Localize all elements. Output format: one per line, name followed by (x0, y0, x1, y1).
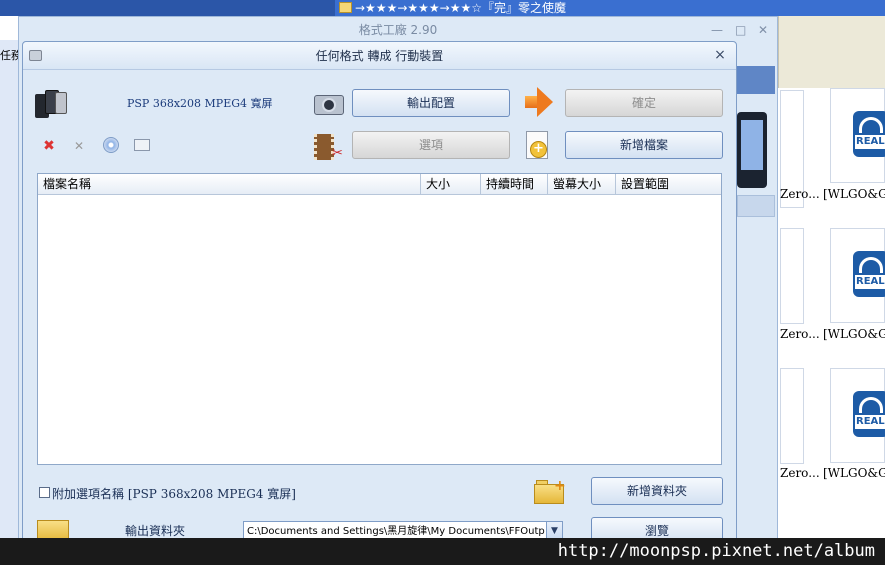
column-header-screen-size[interactable]: 螢幕大小 (548, 174, 616, 195)
thumbnail-caption[interactable]: [WLGO&GB (823, 187, 885, 201)
mobile-device-icon (737, 112, 767, 188)
main-window-side-strip (737, 195, 775, 217)
column-header-range[interactable]: 設置範圍 (616, 174, 722, 195)
close-icon[interactable]: ✕ (758, 23, 768, 37)
column-header-filename[interactable]: 檔案名稱 (38, 174, 421, 195)
add-file-button[interactable]: 新增檔案 (565, 131, 723, 159)
explorer-title: →★★★→★★★→★★☆『完』零之使魔 (355, 1, 566, 15)
arrow-right-icon (525, 87, 555, 117)
ok-button[interactable]: 確定 (565, 89, 723, 117)
clear-list-icon[interactable]: ✕ (71, 138, 87, 154)
disc-icon[interactable] (103, 137, 119, 153)
reader-file-icon: REAL (853, 391, 885, 437)
add-file-icon: + (526, 131, 550, 161)
convert-dialog: 任何格式 轉成 行動裝置 × PSP 368x208 MPEG4 寬屏 ✖ ✕ … (22, 41, 737, 545)
thumbnail-caption[interactable]: Zero... (780, 327, 820, 341)
close-icon[interactable]: × (712, 47, 728, 63)
options-button[interactable]: 選項 (352, 131, 510, 159)
main-window-title: 格式工廠 2.90 (358, 23, 438, 37)
column-header-duration[interactable]: 持續時間 (481, 174, 548, 195)
thumbnail-caption[interactable]: [WLGO&GB (823, 327, 885, 341)
camera-icon (314, 91, 344, 115)
maximize-icon[interactable]: □ (735, 23, 746, 37)
output-profile-label: PSP 368x208 MPEG4 寬屏 (127, 97, 273, 110)
table-header: 檔案名稱 大小 持續時間 螢幕大小 設置範圍 (38, 174, 721, 195)
append-option-checkbox[interactable] (39, 487, 50, 498)
thumbnail-frame[interactable]: REAL (830, 368, 885, 463)
media-info-icon[interactable] (134, 139, 150, 151)
reader-file-icon: REAL (853, 251, 885, 297)
thumbnail-caption[interactable]: [WLGO&GB (823, 466, 885, 480)
append-option-label[interactable]: 附加選項名稱 [PSP 368x208 MPEG4 寬屏] (52, 485, 296, 502)
output-folder-label: 輸出資料夾 (125, 524, 186, 538)
dialog-title: 任何格式 轉成 行動裝置 (315, 49, 444, 63)
explorer-toolbar (778, 16, 885, 88)
thumbnail-frame[interactable]: REAL (830, 88, 885, 183)
thumbnail-frame[interactable] (780, 228, 804, 324)
thumbnail-caption[interactable]: Zero... (780, 466, 820, 480)
explorer-titlebar[interactable]: →★★★→★★★→★★☆『完』零之使魔 (335, 0, 885, 16)
dialog-titlebar[interactable]: 任何格式 轉成 行動裝置 × (23, 42, 736, 70)
thumbnail-caption[interactable]: Zero... (780, 187, 820, 201)
watermark-url: http://moonpsp.pixnet.net/album (0, 538, 885, 565)
output-path-value: C:\Documents and Settings\黑月旋律\My Docume… (247, 526, 545, 537)
minimize-icon[interactable]: — (711, 23, 723, 37)
add-folder-button[interactable]: 新增資料夾 (591, 477, 723, 505)
new-folder-icon: + (534, 478, 566, 504)
folder-icon (339, 2, 352, 13)
explorer-content: REAL Zero... [WLGO&GB REAL Zero... [WLGO… (778, 88, 885, 538)
remove-icon[interactable]: ✖ (41, 138, 57, 154)
file-list-table[interactable]: 檔案名稱 大小 持續時間 螢幕大小 設置範圍 (37, 173, 722, 465)
mobile-devices-icon (35, 90, 69, 118)
reader-file-icon: REAL (853, 111, 885, 157)
thumbnail-frame[interactable] (780, 368, 804, 464)
thumbnail-frame[interactable]: REAL (830, 228, 885, 323)
column-header-size[interactable]: 大小 (421, 174, 481, 195)
main-window-side-band (737, 66, 775, 94)
film-scissors-icon: ✂ (314, 134, 344, 161)
output-config-button[interactable]: 輸出配置 (352, 89, 510, 117)
